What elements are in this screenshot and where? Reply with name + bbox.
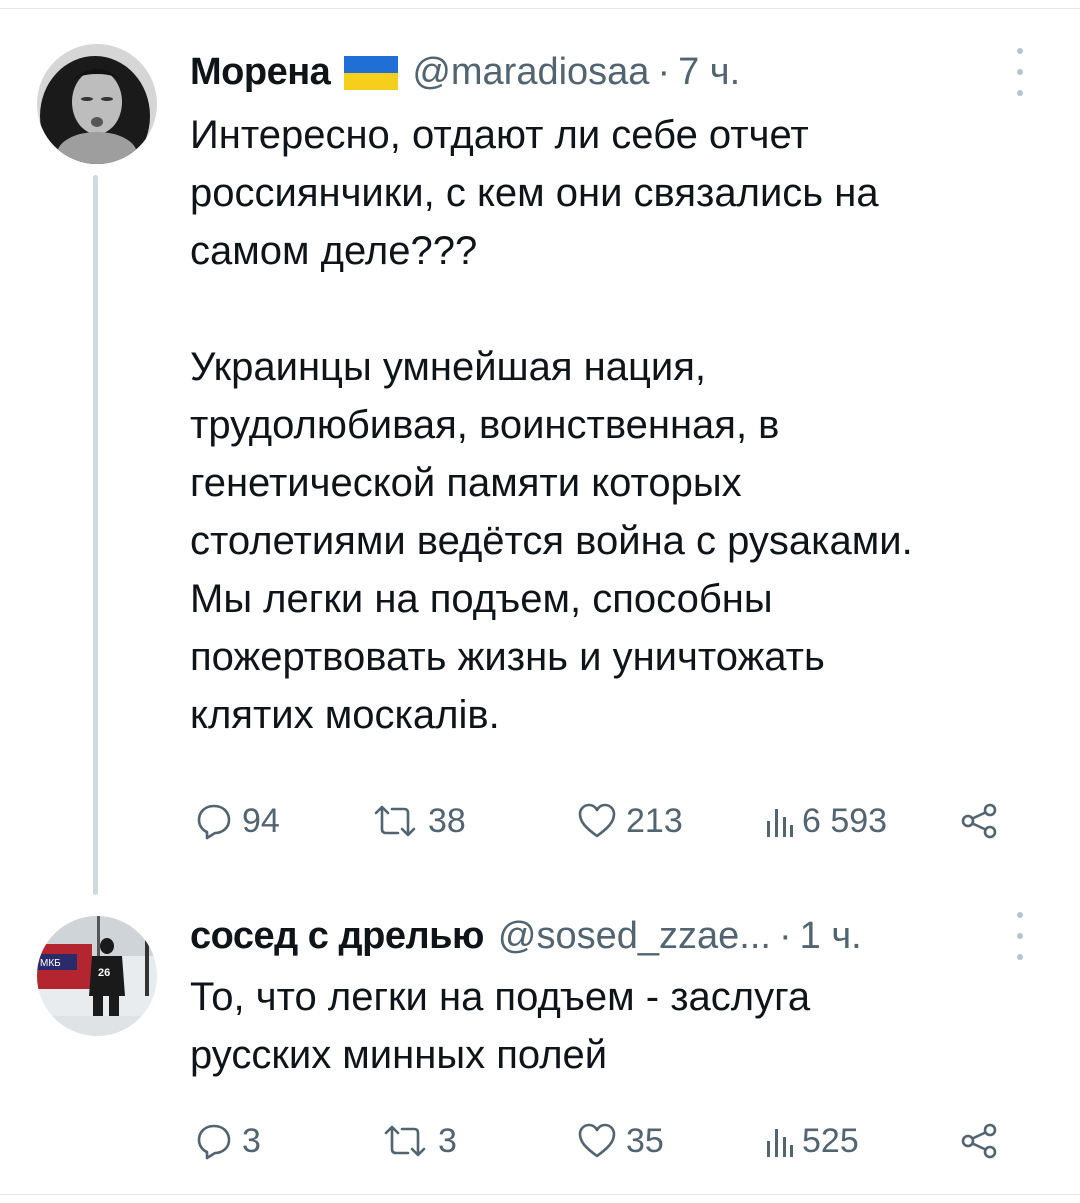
tweet-2-actions: 3 3 35 525 bbox=[190, 1116, 1020, 1166]
avatar-sosed[interactable]: МКБ 26 bbox=[37, 916, 157, 1036]
display-name[interactable]: Морена bbox=[190, 44, 331, 100]
text-line: Украинцы умнейшая нация, bbox=[190, 345, 707, 389]
reply-button[interactable]: 3 bbox=[194, 1116, 261, 1166]
more-vertical-icon[interactable] bbox=[1008, 912, 1032, 960]
text-line: столетиями ведётся война с руsаками. bbox=[190, 519, 913, 563]
text-line: Мы легки на подъем, способны bbox=[190, 577, 773, 621]
heart-icon bbox=[578, 803, 616, 838]
views-icon bbox=[767, 1129, 793, 1157]
heart-icon bbox=[578, 1123, 616, 1158]
share-button[interactable] bbox=[958, 796, 1002, 846]
reply-icon bbox=[197, 804, 231, 840]
text-line: Интересно, отдают ли себе отчет bbox=[190, 113, 809, 157]
share-button[interactable] bbox=[958, 1116, 1002, 1166]
user-handle[interactable]: @maradiosaa bbox=[412, 44, 649, 100]
text-line: пожертвовать жизнь и уничтожать bbox=[190, 635, 825, 679]
ukraine-flag-icon bbox=[344, 56, 399, 90]
retweet-icon bbox=[384, 1125, 426, 1157]
tweet-1-text: Интересно, отдают ли себе отчет россиянч… bbox=[190, 106, 1040, 744]
views-button[interactable]: 6 593 bbox=[764, 796, 887, 846]
thread-line bbox=[93, 175, 98, 895]
tweet-2[interactable]: МКБ 26 сосед с дрелью @sosed_zzae... · 1… bbox=[0, 900, 1080, 1194]
text-line: русских минных полей bbox=[190, 1033, 608, 1077]
text-line: самом деле??? bbox=[190, 229, 478, 273]
timestamp[interactable]: 7 ч. bbox=[678, 44, 740, 100]
text-line-blank bbox=[190, 280, 1040, 338]
share-icon bbox=[961, 803, 997, 839]
reply-button[interactable]: 94 bbox=[194, 796, 280, 846]
reply-count: 3 bbox=[242, 1121, 261, 1160]
text-line: То, что легки на подъем - заслуга bbox=[190, 975, 811, 1019]
retweet-count: 3 bbox=[438, 1121, 457, 1160]
display-name[interactable]: сосед с дрелью bbox=[190, 908, 484, 964]
like-count: 35 bbox=[626, 1121, 664, 1160]
like-button[interactable]: 213 bbox=[576, 796, 683, 846]
avatar-morena[interactable] bbox=[37, 44, 157, 164]
tweet-2-text: То, что легки на подъем - заслуга русски… bbox=[190, 968, 1040, 1084]
text-line: клятих москалів. bbox=[190, 693, 500, 737]
reply-count: 94 bbox=[242, 801, 280, 840]
views-icon bbox=[767, 809, 793, 837]
tweet-1-header: Морена @maradiosaa · 7 ч. bbox=[190, 44, 740, 100]
share-icon bbox=[961, 1123, 997, 1159]
views-count: 525 bbox=[802, 1121, 859, 1160]
svg-text:26: 26 bbox=[98, 967, 110, 979]
views-count: 6 593 bbox=[802, 801, 888, 840]
views-button[interactable]: 525 bbox=[764, 1116, 859, 1166]
tweet-1[interactable]: Морена @maradiosaa · 7 ч. Интересно, отд… bbox=[0, 0, 1080, 900]
separator-dot: · bbox=[778, 915, 792, 957]
like-count: 213 bbox=[626, 801, 683, 840]
reply-icon bbox=[197, 1124, 231, 1160]
text-line: трудолюбивая, воинственная, в bbox=[190, 403, 780, 447]
tweet-1-actions: 94 38 213 6 593 bbox=[190, 796, 1020, 846]
separator-dot: · bbox=[657, 51, 671, 93]
more-vertical-icon[interactable] bbox=[1008, 48, 1032, 96]
user-handle[interactable]: @sosed_zzae... bbox=[498, 908, 771, 964]
retweet-count: 38 bbox=[428, 801, 466, 840]
retweet-button[interactable]: 38 bbox=[370, 796, 466, 846]
text-line: генетической памяти которых bbox=[190, 461, 742, 505]
like-button[interactable]: 35 bbox=[576, 1116, 664, 1166]
text-line: россиянчики, с кем они связались на bbox=[190, 171, 879, 215]
retweet-button[interactable]: 3 bbox=[380, 1116, 457, 1166]
retweet-icon bbox=[374, 805, 416, 837]
svg-text:МКБ: МКБ bbox=[40, 958, 61, 969]
tweet-2-header: сосед с дрелью @sosed_zzae... · 1 ч. bbox=[190, 908, 862, 964]
timestamp[interactable]: 1 ч. bbox=[800, 908, 862, 964]
